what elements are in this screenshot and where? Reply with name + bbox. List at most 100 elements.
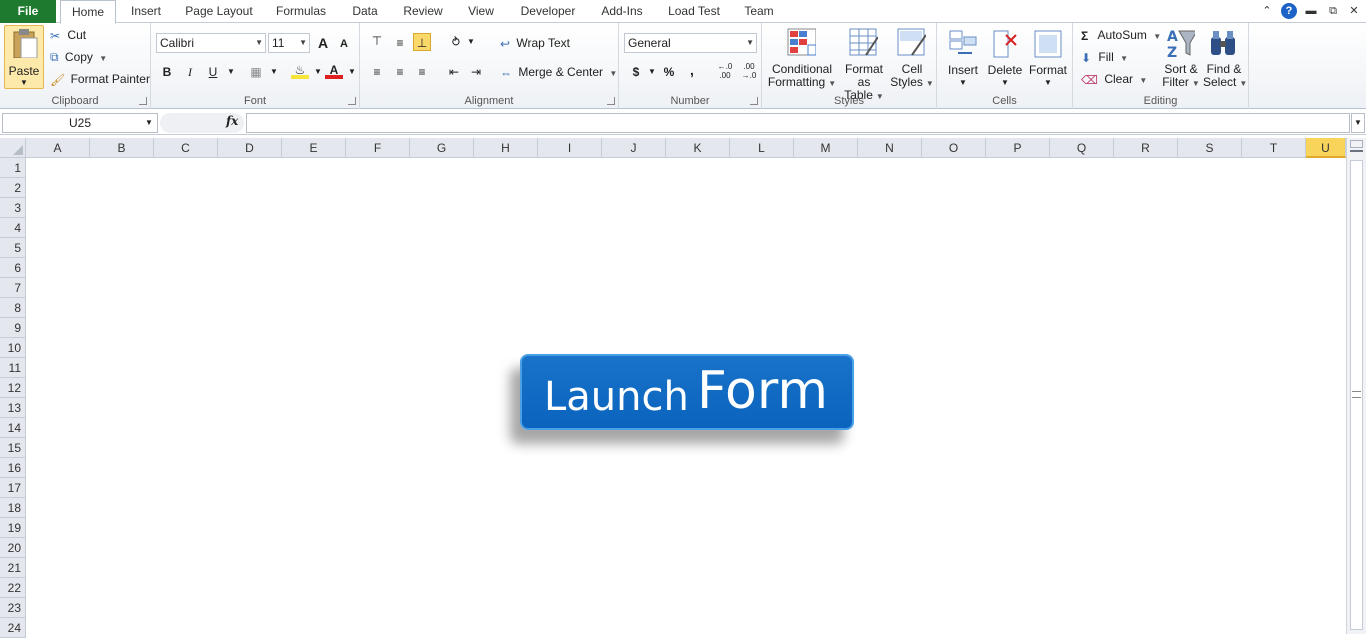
number-format-dropdown-icon[interactable]: ▼ bbox=[746, 34, 754, 52]
scroll-up-icon[interactable] bbox=[1350, 140, 1363, 148]
column-header-m[interactable]: M bbox=[794, 138, 858, 158]
shrink-font-button[interactable]: A bbox=[335, 35, 353, 53]
align-middle-icon[interactable]: ≡ bbox=[391, 34, 409, 52]
autosum-button[interactable]: Σ AutoSum ▼ bbox=[1081, 28, 1161, 43]
fill-color-icon[interactable]: ♨ bbox=[291, 61, 309, 79]
row-header-10[interactable]: 10 bbox=[0, 338, 26, 358]
copy-dropdown-icon[interactable]: ▼ bbox=[99, 54, 107, 63]
row-header-21[interactable]: 21 bbox=[0, 558, 26, 578]
row-header-22[interactable]: 22 bbox=[0, 578, 26, 598]
insert-function-icon[interactable]: fx bbox=[226, 114, 238, 128]
wrap-text-button[interactable]: ↩ Wrap Text bbox=[500, 36, 570, 51]
row-header-3[interactable]: 3 bbox=[0, 198, 26, 218]
window-close-icon[interactable]: ✕ bbox=[1347, 4, 1361, 18]
row-header-15[interactable]: 15 bbox=[0, 438, 26, 458]
delete-cells-button[interactable]: Delete ▼ bbox=[985, 25, 1025, 89]
tab-insert[interactable]: Insert bbox=[124, 0, 168, 23]
tab-developer[interactable]: Developer bbox=[514, 0, 582, 23]
font-color-dropdown-icon[interactable]: ▼ bbox=[343, 63, 361, 81]
fill-button[interactable]: ⬇ Fill ▼ bbox=[1081, 50, 1128, 65]
alignment-launcher-icon[interactable] bbox=[607, 97, 615, 105]
cell-styles-dropdown-icon[interactable]: ▼ bbox=[926, 79, 934, 88]
fill-dropdown-icon[interactable]: ▼ bbox=[1120, 54, 1128, 63]
row-header-5[interactable]: 5 bbox=[0, 238, 26, 258]
font-color-icon[interactable]: A bbox=[325, 61, 343, 79]
copy-button[interactable]: ⧉ Copy ▼ bbox=[50, 50, 107, 65]
tab-load-test[interactable]: Load Test bbox=[662, 0, 726, 23]
align-right-icon[interactable]: ≡ bbox=[413, 63, 431, 81]
tab-view[interactable]: View bbox=[462, 0, 500, 23]
cell-styles-button[interactable]: Cell Styles ▼ bbox=[890, 25, 934, 89]
grow-font-button[interactable]: A bbox=[314, 34, 332, 52]
format-cells-button[interactable]: Format ▼ bbox=[1027, 25, 1069, 89]
vertical-scrollbar[interactable] bbox=[1346, 138, 1366, 634]
row-header-7[interactable]: 7 bbox=[0, 278, 26, 298]
underline-dropdown-icon[interactable]: ▼ bbox=[222, 63, 240, 81]
number-format-select[interactable]: General ▼ bbox=[624, 33, 757, 53]
column-header-q[interactable]: Q bbox=[1050, 138, 1114, 158]
delete-cells-dropdown-icon[interactable]: ▼ bbox=[985, 78, 1025, 87]
column-header-f[interactable]: F bbox=[346, 138, 410, 158]
column-header-u[interactable]: U bbox=[1306, 138, 1346, 158]
tab-data[interactable]: Data bbox=[346, 0, 384, 23]
clear-dropdown-icon[interactable]: ▼ bbox=[1139, 76, 1147, 85]
row-header-13[interactable]: 13 bbox=[0, 398, 26, 418]
column-header-i[interactable]: I bbox=[538, 138, 602, 158]
row-header-1[interactable]: 1 bbox=[0, 158, 26, 178]
paste-button[interactable]: Paste ▼ bbox=[4, 25, 44, 89]
italic-button[interactable]: I bbox=[181, 63, 199, 81]
tab-review[interactable]: Review bbox=[398, 0, 448, 23]
column-header-o[interactable]: O bbox=[922, 138, 986, 158]
insert-cells-dropdown-icon[interactable]: ▼ bbox=[943, 78, 983, 87]
autosum-dropdown-icon[interactable]: ▼ bbox=[1153, 32, 1161, 41]
align-bottom-icon[interactable]: ⊥ bbox=[413, 33, 431, 51]
increase-indent-icon[interactable]: ⇥ bbox=[467, 63, 485, 81]
column-header-g[interactable]: G bbox=[410, 138, 474, 158]
merge-center-button[interactable]: ⇔ Merge & Center ▼ bbox=[500, 65, 617, 80]
tab-add-ins[interactable]: Add-Ins bbox=[596, 0, 648, 23]
column-header-p[interactable]: P bbox=[986, 138, 1050, 158]
increase-decimal-button[interactable]: ←.0 .00 bbox=[713, 62, 737, 80]
select-all-button[interactable] bbox=[0, 138, 26, 158]
row-header-12[interactable]: 12 bbox=[0, 378, 26, 398]
insert-cells-button[interactable]: Insert ▼ bbox=[943, 25, 983, 89]
comma-button[interactable]: , bbox=[683, 61, 701, 79]
column-header-s[interactable]: S bbox=[1178, 138, 1242, 158]
borders-icon[interactable]: ▦ bbox=[247, 63, 265, 81]
orientation-dropdown-icon[interactable]: ▼ bbox=[462, 33, 480, 51]
column-header-j[interactable]: J bbox=[602, 138, 666, 158]
expand-formula-bar-icon[interactable]: ▼ bbox=[1351, 113, 1365, 133]
column-header-r[interactable]: R bbox=[1114, 138, 1178, 158]
align-top-icon[interactable]: ⊤ bbox=[368, 32, 386, 50]
font-size-dropdown-icon[interactable]: ▼ bbox=[299, 34, 307, 52]
row-header-17[interactable]: 17 bbox=[0, 478, 26, 498]
row-header-11[interactable]: 11 bbox=[0, 358, 26, 378]
row-header-2[interactable]: 2 bbox=[0, 178, 26, 198]
formula-input[interactable] bbox=[246, 113, 1350, 133]
row-header-24[interactable]: 24 bbox=[0, 618, 26, 638]
column-header-k[interactable]: K bbox=[666, 138, 730, 158]
font-size-select[interactable]: 11 ▼ bbox=[268, 33, 310, 53]
column-header-c[interactable]: C bbox=[154, 138, 218, 158]
conditional-formatting-dropdown-icon[interactable]: ▼ bbox=[828, 79, 836, 88]
decrease-indent-icon[interactable]: ⇤ bbox=[445, 63, 463, 81]
row-header-8[interactable]: 8 bbox=[0, 298, 26, 318]
font-name-select[interactable]: Calibri ▼ bbox=[156, 33, 266, 53]
column-header-b[interactable]: B bbox=[90, 138, 154, 158]
font-name-dropdown-icon[interactable]: ▼ bbox=[255, 34, 263, 52]
row-header-14[interactable]: 14 bbox=[0, 418, 26, 438]
tab-home[interactable]: Home bbox=[60, 0, 116, 24]
format-cells-dropdown-icon[interactable]: ▼ bbox=[1027, 78, 1069, 87]
bold-button[interactable]: B bbox=[158, 63, 176, 81]
row-header-23[interactable]: 23 bbox=[0, 598, 26, 618]
tab-page-layout[interactable]: Page Layout bbox=[180, 0, 258, 23]
tab-file[interactable]: File bbox=[0, 0, 56, 23]
row-header-20[interactable]: 20 bbox=[0, 538, 26, 558]
percent-button[interactable]: % bbox=[660, 63, 678, 81]
row-header-6[interactable]: 6 bbox=[0, 258, 26, 278]
column-header-d[interactable]: D bbox=[218, 138, 282, 158]
number-launcher-icon[interactable] bbox=[750, 97, 758, 105]
column-header-e[interactable]: E bbox=[282, 138, 346, 158]
name-box[interactable]: U25 bbox=[2, 113, 158, 133]
align-left-icon[interactable]: ≡ bbox=[368, 63, 386, 81]
